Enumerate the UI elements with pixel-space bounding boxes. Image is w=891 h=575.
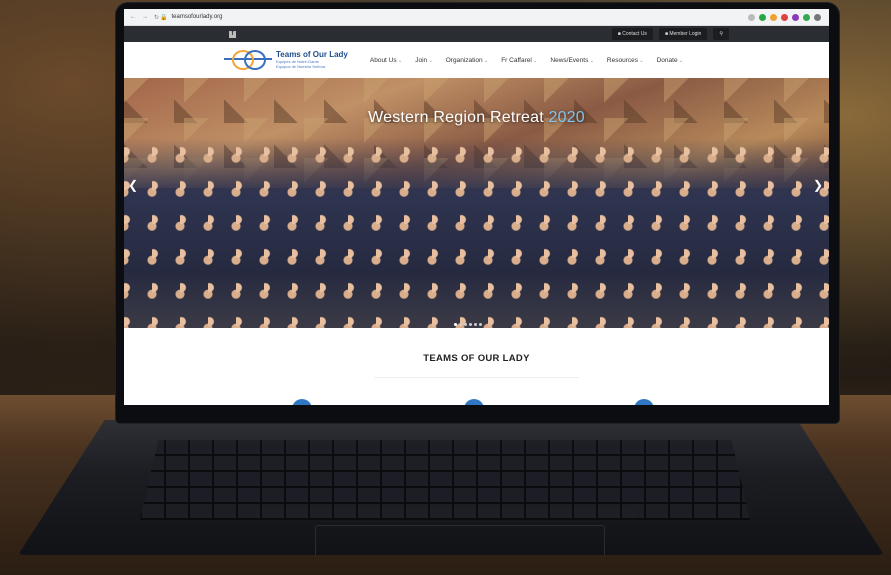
main-menu: About Us Join Organization Fr Caffarel N…	[370, 57, 683, 64]
lock-icon: 🔒	[160, 14, 168, 21]
chevron-left-icon[interactable]: ❮	[128, 178, 138, 192]
logo-title: Teams of Our Lady	[276, 50, 348, 59]
laptop-keyboard	[140, 440, 750, 520]
logo-mark-icon	[224, 48, 272, 72]
menu-item-donate[interactable]: Donate	[657, 57, 684, 64]
contact-us-label: Contact Us	[622, 31, 647, 37]
hero-title-year: 2020	[548, 109, 585, 126]
url-field[interactable]: teamsofourlady.org	[171, 14, 748, 20]
slider-dot[interactable]	[479, 323, 482, 326]
chevron-right-icon[interactable]: ❯	[813, 178, 823, 192]
slider-dot[interactable]	[474, 323, 477, 326]
feature-circle-icon[interactable]	[292, 399, 312, 405]
laptop-trackpad	[315, 525, 605, 555]
extension-icon[interactable]	[781, 13, 788, 21]
hero-title-text: Western Region Retreat	[368, 109, 544, 126]
site-header: Teams of Our Lady Equipes de Notre-Dame …	[124, 42, 829, 78]
member-login-button[interactable]: ■ Member Login	[658, 28, 708, 40]
star-icon[interactable]	[748, 13, 755, 21]
section-title: TEAMS OF OUR LADY	[423, 353, 530, 364]
menu-item-about-us[interactable]: About Us	[370, 57, 402, 64]
slider-dot[interactable]	[454, 323, 457, 326]
browser-nav: ← → ↻	[124, 14, 160, 21]
site-topbar: f ■ Contact Us ■ Member Login ⚲	[124, 26, 829, 42]
profile-icon[interactable]	[814, 13, 821, 21]
section-divider	[374, 377, 579, 378]
feature-circle-icon[interactable]	[464, 399, 484, 405]
extension-icon[interactable]	[792, 13, 799, 21]
menu-item-news-events[interactable]: News/Events	[550, 57, 594, 64]
menu-item-join[interactable]: Join	[415, 57, 433, 64]
slider-dot[interactable]	[459, 323, 462, 326]
slider-dot[interactable]	[469, 323, 472, 326]
feature-circle-icon[interactable]	[634, 399, 654, 405]
logo-subtitle-2: Equipos de Nuestra Señora	[276, 64, 326, 69]
browser-address-bar: ← → ↻ 🔒 teamsofourlady.org	[124, 9, 829, 26]
forward-icon[interactable]: →	[142, 14, 148, 21]
menu-item-fr-caffarel[interactable]: Fr Caffarel	[501, 57, 537, 64]
reload-icon[interactable]: ↻	[154, 14, 159, 21]
extension-icon[interactable]	[759, 13, 766, 21]
group-photo	[124, 138, 829, 328]
slider-dot[interactable]	[464, 323, 467, 326]
search-icon[interactable]: ⚲	[713, 28, 729, 40]
facebook-icon[interactable]: f	[229, 30, 236, 38]
member-login-label: Member Login	[669, 31, 702, 37]
menu-item-organization[interactable]: Organization	[446, 57, 488, 64]
contact-us-button[interactable]: ■ Contact Us	[611, 28, 653, 40]
extension-icon[interactable]	[803, 13, 810, 21]
extension-icons	[748, 13, 829, 21]
back-icon[interactable]: ←	[130, 14, 136, 21]
extension-icon[interactable]	[770, 13, 777, 21]
site-logo[interactable]: Teams of Our Lady Equipes de Notre-Dame …	[224, 48, 348, 72]
slider-dots	[454, 323, 482, 326]
hero-title: Western Region Retreat 2020	[124, 109, 829, 127]
hero-slider: Western Region Retreat 2020 ❮ ❯	[124, 78, 829, 328]
laptop-screen: ← → ↻ 🔒 teamsofourlady.org f ■ Contact U…	[124, 9, 829, 405]
menu-item-resources[interactable]: Resources	[607, 57, 644, 64]
